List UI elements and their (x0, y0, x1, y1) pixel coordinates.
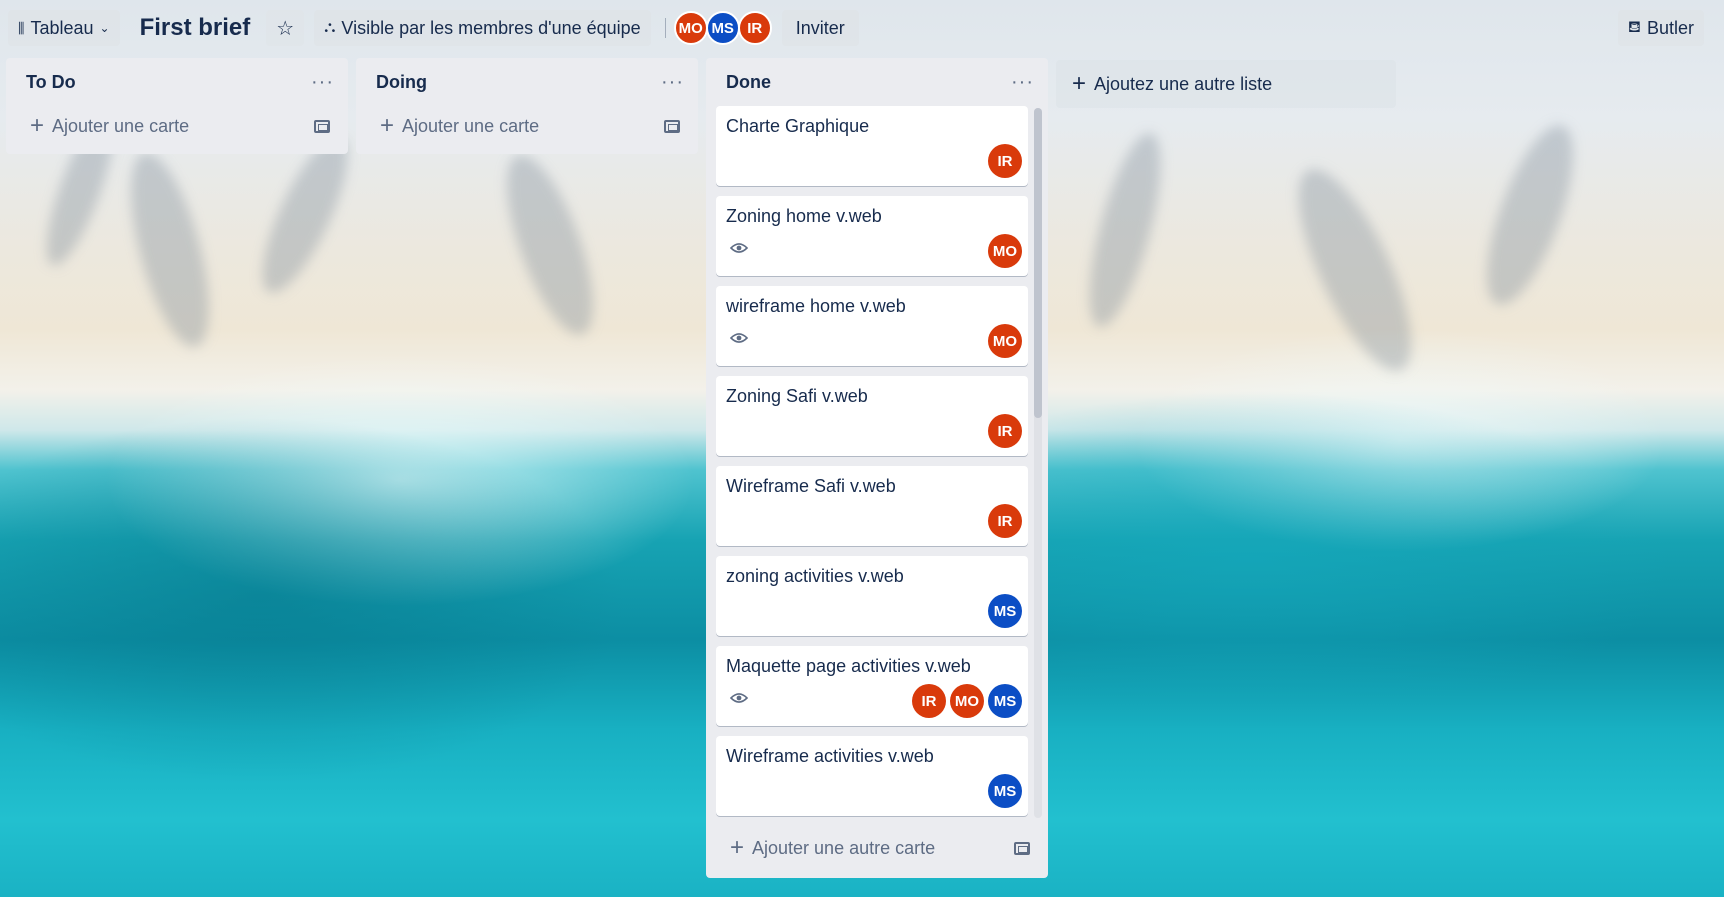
view-switcher-button[interactable]: ⫼ Tableau ⌄ (8, 10, 120, 46)
card-members: IR MO MS (912, 684, 1022, 718)
card[interactable]: zoning activities v.web MS (716, 556, 1028, 636)
card[interactable]: Zoning Safi v.web IR (716, 376, 1028, 456)
scrollbar-thumb[interactable] (1034, 108, 1042, 418)
plus-icon: + (730, 834, 745, 861)
card-title: Zoning Safi v.web (726, 386, 868, 406)
plus-icon: + (30, 112, 45, 139)
header-divider (664, 18, 666, 38)
card-members: IR (988, 504, 1022, 538)
avatar[interactable]: IR (988, 144, 1022, 178)
card-title: Charte Graphique (726, 116, 870, 136)
list-done: Done ··· Charte Graphique IR Zoning home v… (706, 58, 1048, 878)
list-doing: Doing ··· + Ajouter une carte (356, 58, 698, 154)
view-label: Tableau (30, 17, 94, 38)
add-card-button[interactable]: + Ajouter une autre carte (706, 828, 1048, 868)
team-visibility-icon: ⛬ (324, 19, 336, 36)
more-options-icon[interactable]: ··· (311, 71, 334, 94)
add-card-label: Ajouter une carte (402, 115, 540, 136)
avatar[interactable]: IR (912, 684, 946, 718)
card[interactable]: Maquette page activities v.web IR MO MS (716, 646, 1028, 726)
card-template-icon[interactable] (314, 119, 330, 133)
avatar[interactable]: MO (988, 234, 1022, 268)
list-title: Doing (376, 71, 427, 92)
card[interactable]: Wireframe activities v.web MS (716, 736, 1028, 816)
visibility-button[interactable]: ⛬ Visible par les membres d'une équipe (314, 10, 651, 46)
eye-icon (730, 243, 748, 253)
chevron-down-icon: ⌄ (99, 21, 110, 35)
avatar[interactable]: IR (737, 11, 772, 45)
avatar[interactable]: MO (673, 11, 708, 45)
board-title[interactable]: First brief (130, 10, 261, 46)
card-title: wireframe home v.web (726, 296, 906, 316)
add-list-label: Ajoutez une autre liste (1094, 73, 1273, 94)
plus-icon: + (380, 112, 395, 139)
board-header: ⫼ Tableau ⌄ First brief ☆ ⛬ Visible par … (0, 0, 1724, 56)
card-members: MO (988, 324, 1022, 358)
card-title: Maquette page activities v.web (726, 656, 971, 676)
list-title: To Do (26, 71, 76, 92)
butler-label: Butler (1646, 17, 1694, 38)
add-card-label: Ajouter une autre carte (752, 837, 936, 858)
butler-icon: ⛾ (1627, 19, 1641, 36)
board-members: MO MS IR (673, 11, 772, 45)
eye-icon (730, 693, 748, 703)
plus-icon: + (1072, 70, 1087, 97)
invite-button[interactable]: Inviter (781, 10, 859, 46)
add-list-button[interactable]: + Ajoutez une autre liste (1056, 60, 1396, 108)
avatar[interactable]: MO (950, 684, 984, 718)
add-card-button[interactable]: + Ajouter une carte (356, 106, 698, 146)
avatar[interactable]: MS (988, 774, 1022, 808)
card-members: IR (988, 414, 1022, 448)
card[interactable]: Wireframe Safi v.web IR (716, 466, 1028, 546)
butler-button[interactable]: ⛾ Butler (1617, 10, 1704, 46)
card[interactable]: Charte Graphique IR (716, 106, 1028, 186)
list-title: Done (726, 71, 771, 92)
avatar[interactable]: MS (988, 594, 1022, 628)
star-button[interactable]: ☆ (266, 10, 305, 46)
more-options-icon[interactable]: ··· (661, 71, 684, 94)
board-view-icon: ⫼ (18, 19, 25, 36)
card-members: MS (988, 774, 1022, 808)
card-members: MS (988, 594, 1022, 628)
list-header[interactable]: To Do ··· (6, 58, 348, 106)
card-members: MO (988, 234, 1022, 268)
add-card-button[interactable]: + Ajouter une carte (6, 106, 348, 146)
card-title: Wireframe Safi v.web (726, 476, 896, 496)
avatar[interactable]: IR (988, 414, 1022, 448)
add-card-label: Ajouter une carte (52, 115, 190, 136)
card-title: Zoning home v.web (726, 206, 882, 226)
star-icon: ☆ (276, 17, 295, 40)
card-title: zoning activities v.web (726, 566, 904, 586)
avatar[interactable]: MO (988, 324, 1022, 358)
card-members: IR (988, 144, 1022, 178)
list-todo: To Do ··· + Ajouter une carte (6, 58, 348, 154)
card-template-icon[interactable] (1014, 841, 1030, 855)
card-list: Charte Graphique IR Zoning home v.web MO wir… (706, 106, 1048, 818)
visibility-label: Visible par les membres d'une équipe (341, 17, 641, 38)
card-template-icon[interactable] (664, 119, 680, 133)
avatar[interactable]: MS (988, 684, 1022, 718)
card[interactable]: wireframe home v.web MO (716, 286, 1028, 366)
eye-icon (730, 333, 748, 343)
list-header[interactable]: Doing ··· (356, 58, 698, 106)
avatar[interactable]: MS (705, 11, 740, 45)
card-title: Wireframe activities v.web (726, 746, 934, 766)
scrollbar[interactable] (1034, 108, 1042, 818)
more-options-icon[interactable]: ··· (1011, 71, 1034, 94)
card[interactable]: Zoning home v.web MO (716, 196, 1028, 276)
list-header[interactable]: Done ··· (706, 58, 1048, 106)
avatar[interactable]: IR (988, 504, 1022, 538)
